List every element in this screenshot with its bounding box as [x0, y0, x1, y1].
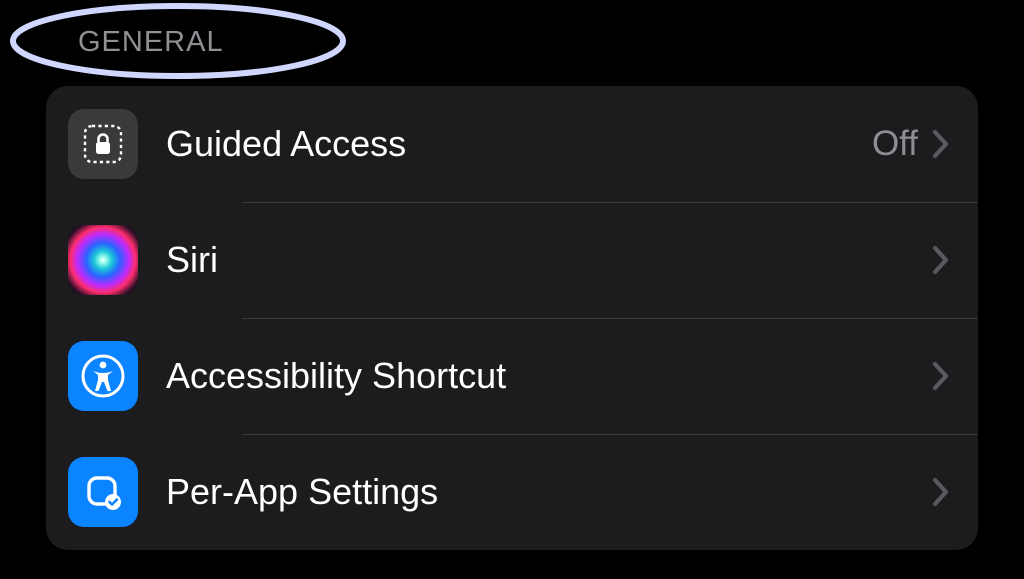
settings-group-general: Guided Access Off Siri [46, 86, 978, 550]
row-accessibility-shortcut[interactable]: Accessibility Shortcut [46, 318, 978, 434]
row-value: Off [872, 124, 918, 164]
row-label: Siri [166, 239, 932, 281]
accessibility-icon [68, 341, 138, 411]
chevron-right-icon [932, 129, 950, 159]
row-label: Accessibility Shortcut [166, 355, 932, 397]
row-guided-access[interactable]: Guided Access Off [46, 86, 978, 202]
row-separator [242, 318, 978, 319]
guided-access-icon [68, 109, 138, 179]
chevron-right-icon [932, 477, 950, 507]
row-separator [242, 434, 978, 435]
row-per-app-settings[interactable]: Per-App Settings [46, 434, 978, 550]
chevron-right-icon [932, 361, 950, 391]
per-app-settings-icon [68, 457, 138, 527]
row-separator [242, 202, 978, 203]
chevron-right-icon [932, 245, 950, 275]
siri-icon [68, 225, 138, 295]
row-siri[interactable]: Siri [46, 202, 978, 318]
row-label: Per-App Settings [166, 471, 932, 513]
row-label: Guided Access [166, 123, 872, 165]
section-header-general: GENERAL [78, 26, 224, 59]
